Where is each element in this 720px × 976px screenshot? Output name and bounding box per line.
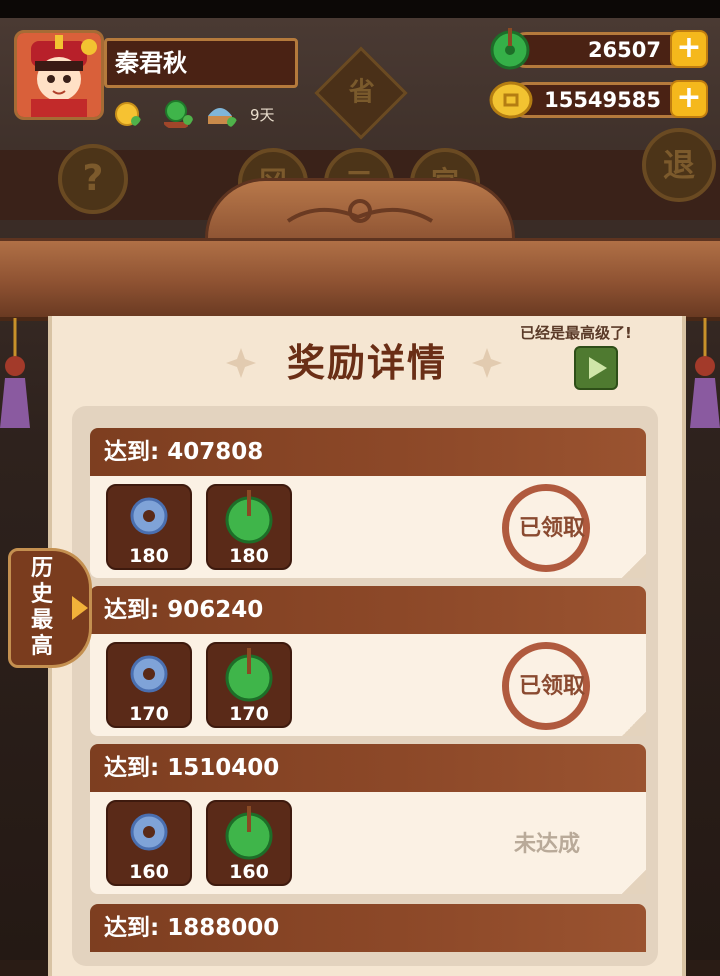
green-jade-pendant-icon — [225, 806, 273, 860]
player-name: 秦君秋 — [104, 38, 298, 88]
green-jade-pendant-icon — [225, 648, 273, 702]
blue-jade-disc-icon — [130, 655, 168, 693]
player-avatar[interactable] — [14, 30, 104, 120]
reward-row-body: 170 170 已领取 — [90, 634, 646, 736]
item-count: 160 — [129, 861, 169, 883]
blue-jade-disc-icon — [130, 497, 168, 535]
target-value: 906240 — [167, 597, 264, 623]
play-icon — [589, 357, 607, 379]
item-count: 180 — [229, 545, 269, 567]
target-value: 407808 — [167, 439, 264, 465]
reward-target-header: 达到: 906240 — [90, 586, 646, 634]
scroll-rod-cap — [205, 178, 515, 244]
history-best-label: 历史最高 — [30, 556, 53, 659]
item-count: 180 — [129, 545, 169, 567]
reward-target-header: 达到: 1888000 — [90, 904, 646, 952]
target-value: 1510400 — [167, 755, 280, 781]
left-tassel-icon — [0, 318, 30, 428]
cloud-ornament-icon — [286, 199, 434, 223]
reward-status: 已领取 — [518, 674, 585, 699]
max-level-note: 已经是最高级了! — [520, 324, 632, 342]
reward-row: 达到: 1510400 160 160 未达成 — [90, 744, 646, 894]
reward-target-header: 达到: 1510400 — [90, 744, 646, 792]
reward-item-green-jade[interactable]: 180 — [206, 484, 292, 570]
help-button-background: ? — [58, 144, 128, 214]
food-buff-icon — [208, 108, 237, 127]
target-value: 1888000 — [167, 915, 280, 941]
jade-buff-icon — [164, 100, 193, 128]
reward-item-blue-jade[interactable]: 180 — [106, 484, 192, 570]
item-count: 160 — [229, 861, 269, 883]
page-fold — [622, 870, 646, 894]
add-coins-button[interactable]: + — [670, 80, 708, 118]
reward-item-blue-jade[interactable]: 170 — [106, 642, 192, 728]
coin-currency-icon — [489, 81, 533, 119]
expand-arrow-icon — [72, 596, 88, 620]
right-tassel-icon — [690, 318, 720, 428]
reward-row: 达到: 407808 180 180 已领取 — [90, 428, 646, 578]
scroll-rod — [0, 238, 720, 321]
next-level-button[interactable] — [574, 346, 618, 390]
reward-row: 达到: 906240 170 170 已领取 — [90, 586, 646, 736]
reward-item-blue-jade[interactable]: 160 — [106, 800, 192, 886]
buff-days-remaining: 9天 — [250, 106, 275, 124]
target-label: 达到: — [104, 439, 160, 465]
avatar-portrait-icon — [17, 33, 101, 117]
reward-status: 已领取 — [518, 516, 585, 541]
reward-row-body: 160 160 未达成 — [90, 792, 646, 894]
reward-target-header: 达到: 407808 — [90, 428, 646, 476]
item-count: 170 — [229, 703, 269, 725]
blue-jade-disc-icon — [130, 813, 168, 851]
exit-button-background: 退 — [642, 128, 716, 202]
add-jade-button[interactable]: + — [670, 30, 708, 68]
green-jade-pendant-icon — [225, 490, 273, 544]
target-label: 达到: — [104, 755, 160, 781]
status-strip — [0, 0, 720, 18]
reward-item-green-jade[interactable]: 160 — [206, 800, 292, 886]
page-fold — [622, 712, 646, 736]
reward-row-body: 180 180 已领取 — [90, 476, 646, 578]
target-label: 达到: — [104, 915, 160, 941]
reward-row: 达到: 1888000 — [90, 904, 646, 960]
page-fold — [622, 554, 646, 578]
item-count: 170 — [129, 703, 169, 725]
target-label: 达到: — [104, 597, 160, 623]
reward-status: 未达成 — [513, 832, 580, 857]
coin-buff-icon — [115, 102, 141, 126]
reward-item-green-jade[interactable]: 170 — [206, 642, 292, 728]
jade-currency-icon — [490, 28, 530, 70]
